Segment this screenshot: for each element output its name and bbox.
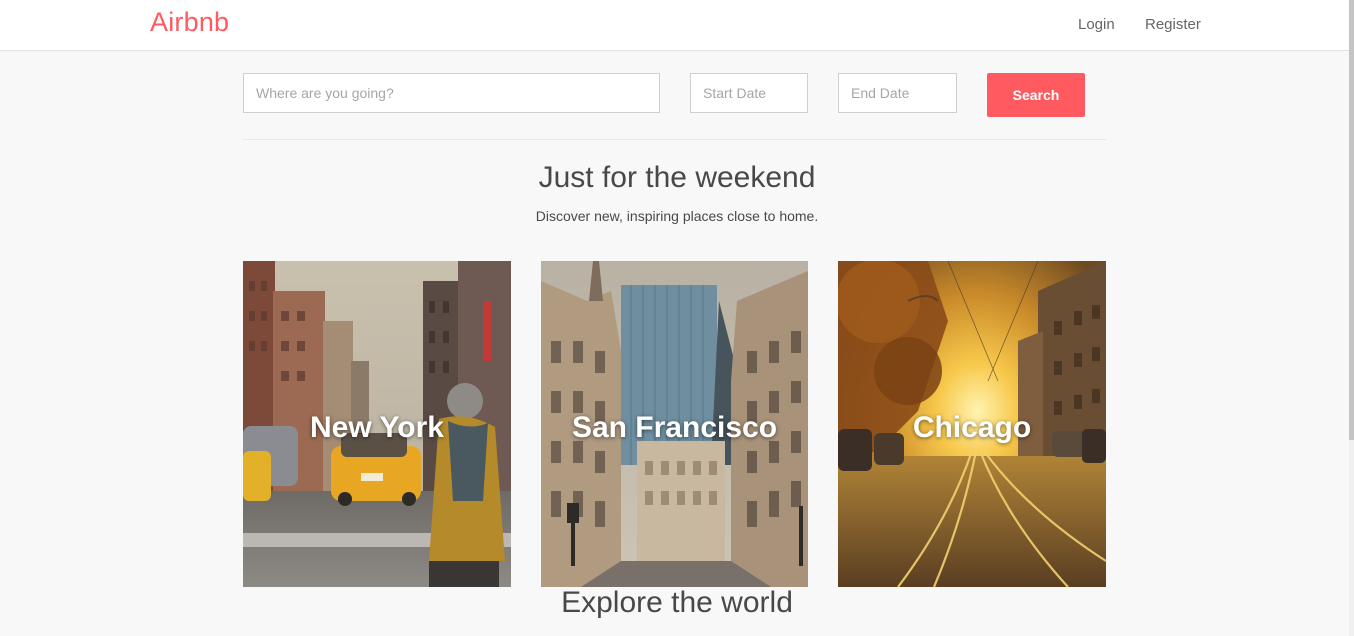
search-divider <box>243 139 1106 140</box>
search-button[interactable]: Search <box>987 73 1085 117</box>
city-name-label: Chicago <box>912 411 1032 444</box>
destination-input[interactable] <box>243 73 660 113</box>
weekend-section-title: Just for the weekend <box>538 161 816 194</box>
login-link[interactable]: Login <box>1078 16 1115 33</box>
city-name-label: New York <box>310 411 444 444</box>
city-card-new-york[interactable]: New York <box>243 261 511 587</box>
city-card-san-francisco[interactable]: San Francisco <box>541 261 808 587</box>
city-card-chicago[interactable]: Chicago <box>838 261 1106 587</box>
register-link[interactable]: Register <box>1145 16 1201 33</box>
city-name-label: San Francisco <box>571 411 778 444</box>
end-date-input[interactable] <box>838 73 957 113</box>
explore-section-title: Explore the world <box>561 586 793 619</box>
page-scrollbar[interactable] <box>1349 0 1354 636</box>
start-date-input[interactable] <box>690 73 808 113</box>
brand-logo[interactable]: Airbnb <box>150 7 229 38</box>
navbar: Airbnb Login Register <box>0 0 1354 51</box>
weekend-section-subtitle: Discover new, inspiring places close to … <box>535 208 819 224</box>
